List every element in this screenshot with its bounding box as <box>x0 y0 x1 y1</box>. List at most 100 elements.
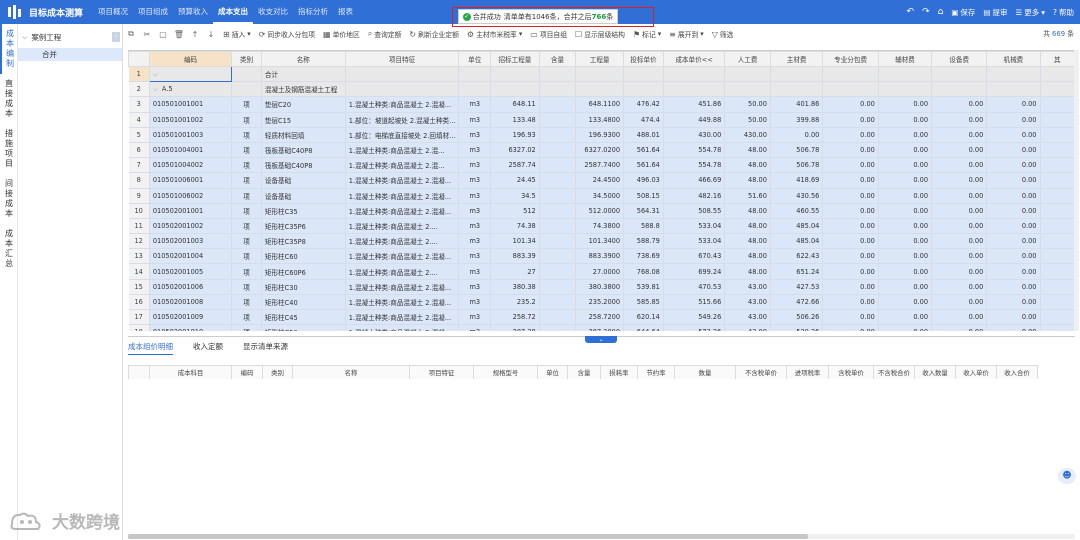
cell-type[interactable]: 项 <box>231 142 262 159</box>
table-row[interactable]: 9 010501006002 项设备基础 1.混凝土种类:商品混凝土 2.混凝... m… <box>128 188 1075 204</box>
cell-equipment[interactable]: 0.00 <box>931 294 988 311</box>
cell-subcontract[interactable]: 0.00 <box>822 294 879 311</box>
cell-content[interactable] <box>539 248 577 265</box>
cell-type[interactable]: 项 <box>231 157 262 174</box>
cell-qty[interactable]: 74.3800 <box>575 218 625 235</box>
cell-main-material[interactable] <box>770 66 824 83</box>
detail-col-income-price[interactable]: 收入单价 <box>955 365 997 379</box>
table-row[interactable]: 12 010502001003 项矩形柱C35P8 1.混凝土种类:商品混凝土 2..… <box>128 233 1075 250</box>
cell-other[interactable] <box>1040 203 1075 219</box>
cell-type[interactable]: 项 <box>231 263 262 280</box>
nav-indicator-analysis[interactable]: 指标分析 <box>293 0 333 24</box>
cell-bid-qty[interactable]: 512 <box>490 203 540 219</box>
col-header-code[interactable]: 编码 <box>148 51 233 67</box>
cell-name[interactable]: 矩形柱C60 <box>261 248 346 265</box>
detail-col-saving-rate[interactable]: 节约率 <box>637 365 675 379</box>
cell-bid-price[interactable]: 474.4 <box>623 112 664 128</box>
cell-aux-material[interactable]: 0.00 <box>878 263 933 280</box>
cell-name[interactable]: 矩形柱C50 <box>261 324 346 331</box>
tab-cost-detail[interactable]: 成本组价明细 <box>128 341 173 355</box>
cell-type[interactable]: 项 <box>231 188 262 204</box>
cell-cost-price[interactable]: 470.53 <box>663 279 726 295</box>
cell-bid-price[interactable]: 561.64 <box>623 142 664 159</box>
cut-icon[interactable]: ✂ <box>139 30 155 39</box>
cell-features[interactable]: 1.混凝土种类:商品混凝土 2.混... <box>345 157 460 174</box>
filter-button[interactable]: ▽ 筛选 <box>708 29 738 40</box>
cell-bid-qty[interactable]: 6327.02 <box>490 142 540 159</box>
vtab-cost-compile[interactable]: 成本编制 <box>0 24 18 74</box>
cell-bid-qty[interactable]: 648.11 <box>490 96 540 113</box>
cell-content[interactable] <box>539 279 577 295</box>
detail-col-input-tax-rate[interactable]: 进项税率 <box>786 365 829 379</box>
cell-equipment[interactable]: 0.00 <box>931 157 988 174</box>
cell-qty[interactable]: 258.7200 <box>575 309 625 326</box>
col-header-machinery[interactable]: 机械费 <box>986 51 1041 67</box>
cell-labor[interactable]: 43.00 <box>724 294 771 311</box>
nav-income-expense-compare[interactable]: 收支对比 <box>253 0 293 24</box>
cell-features[interactable]: 1.混凝土种类:商品混凝土 2.混凝... <box>345 248 460 265</box>
detail-col-income-total[interactable]: 收入合价 <box>996 365 1038 379</box>
detail-col-content[interactable]: 含量 <box>567 365 601 379</box>
nav-project-overview[interactable]: 项目概况 <box>93 0 133 24</box>
cell-subcontract[interactable] <box>822 66 879 83</box>
cell-content[interactable] <box>539 66 577 83</box>
cell-content[interactable] <box>539 294 577 311</box>
cell-code[interactable]: 010502001006 <box>149 279 233 295</box>
cell-bid-price[interactable]: 588.8 <box>623 218 664 235</box>
cell-subcontract[interactable]: 0.00 <box>822 172 879 189</box>
detail-col-loss-rate[interactable]: 损耗率 <box>600 365 638 379</box>
row-number[interactable]: 5 <box>128 127 150 143</box>
cell-labor[interactable]: 43.00 <box>724 279 771 295</box>
detail-col-name[interactable]: 名称 <box>292 365 410 379</box>
cell-cost-price[interactable]: 533.04 <box>663 233 726 250</box>
cell-main-material[interactable]: 530.26 <box>770 324 824 331</box>
row-number[interactable]: 16 <box>128 294 150 311</box>
col-header-equipment[interactable]: 设备费 <box>931 51 988 67</box>
cell-other[interactable] <box>1040 112 1075 128</box>
cell-equipment[interactable]: 0.00 <box>931 309 988 326</box>
row-number[interactable]: 18 <box>128 324 150 331</box>
cell-machinery[interactable]: 0.00 <box>986 248 1041 265</box>
cell-code[interactable]: 010501006002 <box>149 188 233 204</box>
cell-cost-price[interactable]: 699.24 <box>663 263 726 280</box>
submit-button[interactable]: ▤ 提审 <box>983 7 1007 18</box>
tab-income-quota[interactable]: 收入定额 <box>193 341 223 355</box>
table-row[interactable]: 4 010501001002 项垫层C15 1.部位：坡道起坡处 2.混凝土种类...… <box>128 112 1075 128</box>
table-row[interactable]: 2 ⌵ A.5 混凝土及钢筋混凝土工程 <box>128 81 1075 98</box>
col-header-content[interactable]: 含量 <box>538 51 577 67</box>
cell-type[interactable]: 项 <box>231 279 262 295</box>
cell-code[interactable]: 010501001002 <box>149 112 233 128</box>
cell-content[interactable] <box>539 324 577 331</box>
cell-bid-qty[interactable]: 2587.74 <box>490 157 540 174</box>
cell-cost-price[interactable]: 573.26 <box>663 324 726 331</box>
vtab-measures[interactable]: 措施项目 <box>0 124 18 174</box>
cell-cost-price[interactable]: 451.86 <box>663 96 726 113</box>
cell-unit[interactable]: m3 <box>458 263 492 280</box>
cell-other[interactable] <box>1040 218 1075 235</box>
cell-cost-price[interactable]: 515.66 <box>663 294 726 311</box>
cell-name[interactable]: 矩形柱C60P6 <box>261 263 346 280</box>
cell-subcontract[interactable]: 0.00 <box>822 324 879 331</box>
cell-unit[interactable]: m3 <box>458 233 492 250</box>
cell-type[interactable]: 项 <box>231 203 262 219</box>
cell-bid-qty[interactable]: 883.39 <box>490 248 540 265</box>
col-header-aux-material[interactable]: 辅材费 <box>877 51 933 67</box>
cell-machinery[interactable]: 0.00 <box>986 142 1041 159</box>
table-row[interactable]: 13 010502001004 项矩形柱C60 1.混凝土种类:商品混凝土 2.混凝.… <box>128 248 1075 265</box>
mark-button[interactable]: ⚑ 标记 ▾ <box>629 29 665 40</box>
row-number[interactable]: 11 <box>128 218 150 235</box>
cell-equipment[interactable]: 0.00 <box>931 263 988 280</box>
row-number[interactable]: 3 <box>128 96 150 113</box>
cell-labor[interactable]: 48.00 <box>724 142 771 159</box>
cell-bid-price[interactable]: 585.85 <box>623 294 664 311</box>
cell-aux-material[interactable]: 0.00 <box>878 233 933 250</box>
col-header-bid-qty[interactable]: 招标工程量 <box>490 51 540 67</box>
cell-labor[interactable]: 48.00 <box>724 157 771 174</box>
cell-qty[interactable]: 287.2800 <box>575 324 625 331</box>
cell-labor[interactable]: 48.00 <box>724 172 771 189</box>
cell-name[interactable]: 设备基础 <box>261 172 346 189</box>
cell-other[interactable] <box>1040 279 1075 295</box>
cell-main-material[interactable]: 460.55 <box>770 203 824 219</box>
vtab-direct-cost[interactable]: 直接成本 <box>0 74 18 124</box>
cell-other[interactable] <box>1040 263 1075 280</box>
